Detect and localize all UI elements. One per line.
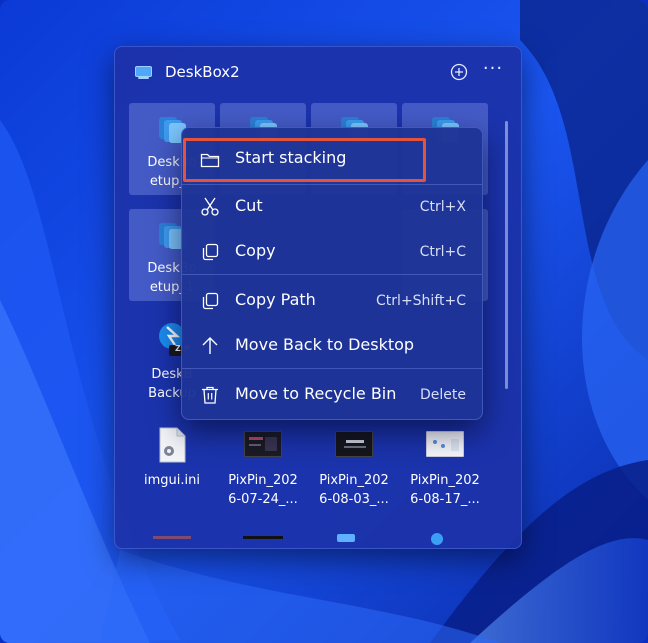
panel-title: DeskBox2	[165, 63, 240, 81]
menu-item-label: Start stacking	[235, 148, 347, 167]
menu-item-copy[interactable]: Copy Ctrl+C	[186, 232, 480, 272]
menu-separator	[182, 274, 482, 275]
more-options-button[interactable]: ···	[482, 57, 504, 79]
menu-item-cut[interactable]: Cut Ctrl+X	[186, 187, 480, 227]
plus-circle-icon	[450, 63, 468, 81]
ini-file-icon	[159, 427, 186, 463]
menu-item-move-to-recycle-bin[interactable]: Move to Recycle Bin Delete	[186, 375, 480, 415]
add-button[interactable]	[448, 61, 470, 83]
monitor-icon	[135, 66, 152, 79]
file-label: PixPin_202 6-08-03_...	[319, 473, 389, 507]
trash-icon	[202, 386, 218, 404]
folder-icon	[200, 153, 220, 168]
menu-item-start-stacking[interactable]: Start stacking	[183, 138, 426, 182]
partial-icon	[431, 533, 443, 545]
file-tile[interactable]: PixPin_202 6-08-03_...	[311, 421, 397, 513]
copy-path-icon	[202, 292, 219, 310]
menu-item-move-back-to-desktop[interactable]: Move Back to Desktop	[186, 326, 480, 366]
screenshot-thumb-icon	[426, 431, 464, 457]
menu-item-copy-path[interactable]: Copy Path Ctrl+Shift+C	[186, 281, 480, 321]
file-tile[interactable]: PixPin_202 6-08-17_...	[402, 421, 488, 513]
menu-item-label: Cut	[235, 196, 263, 215]
menu-item-label: Copy Path	[235, 290, 316, 309]
partial-icon	[337, 534, 355, 542]
menu-item-label: Move to Recycle Bin	[235, 384, 397, 403]
menu-separator	[182, 368, 482, 369]
scrollbar[interactable]	[505, 121, 508, 389]
file-label: PixPin_202 6-08-17_...	[410, 473, 480, 507]
panel-header: DeskBox2 ···	[115, 47, 521, 97]
menu-item-shortcut: Ctrl+C	[419, 244, 466, 260]
file-tile[interactable]: imgui.ini	[129, 421, 215, 513]
copy-icon	[202, 243, 219, 261]
context-menu: Start stacking Cut Ctrl+X Copy Ctrl+C Co…	[181, 127, 483, 420]
screenshot-thumb-icon	[244, 431, 282, 457]
menu-item-shortcut: Ctrl+X	[419, 199, 466, 215]
file-label: PixPin_202 6-07-24_...	[228, 473, 298, 507]
menu-item-shortcut: Delete	[420, 387, 466, 403]
partial-thumb	[243, 536, 283, 539]
menu-item-shortcut: Ctrl+Shift+C	[376, 293, 466, 309]
more-dots-icon: ···	[482, 57, 504, 79]
screenshot-thumb-icon	[335, 431, 373, 457]
file-tile[interactable]: PixPin_202 6-07-24_...	[220, 421, 306, 513]
menu-item-label: Move Back to Desktop	[235, 335, 415, 354]
partial-thumb	[153, 536, 191, 539]
scissors-icon	[201, 197, 219, 216]
file-label: imgui.ini	[144, 473, 200, 488]
arrow-up-icon	[202, 337, 218, 354]
menu-item-label: Copy	[235, 241, 276, 260]
menu-separator	[182, 184, 482, 185]
